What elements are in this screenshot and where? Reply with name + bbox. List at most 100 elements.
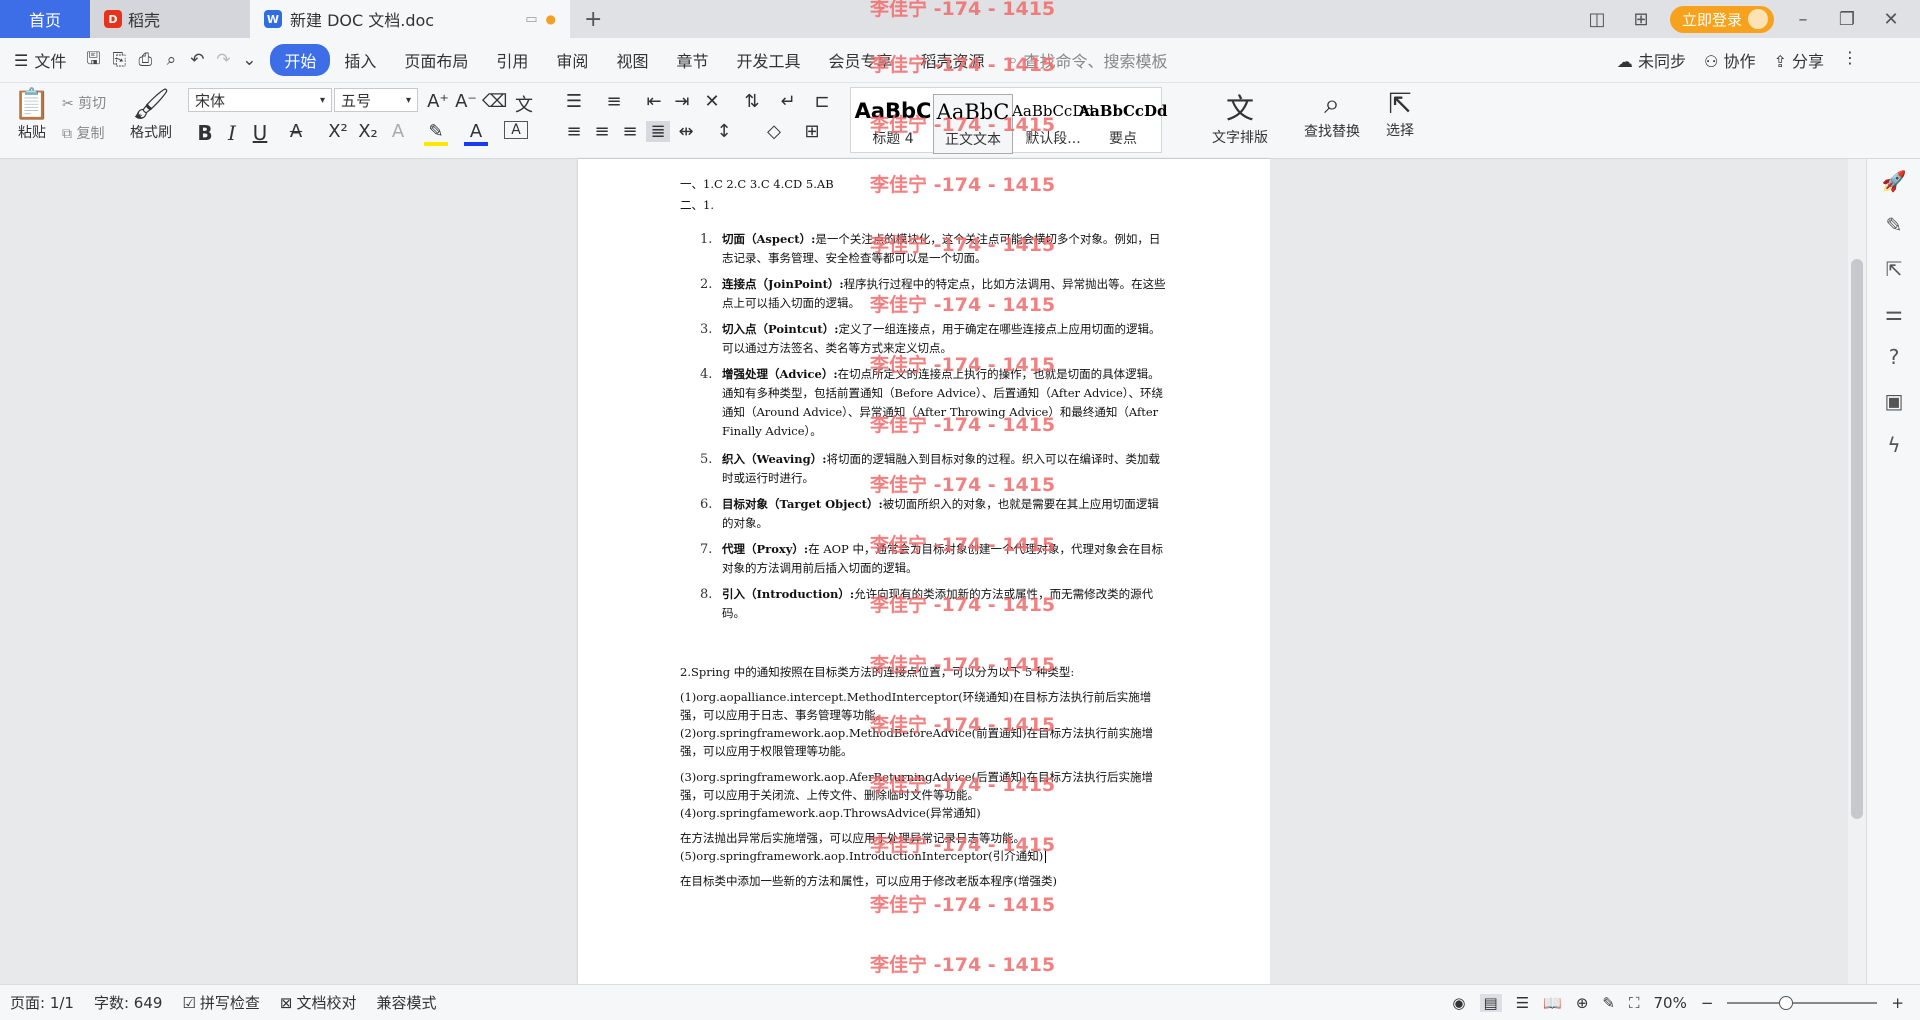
style-key-point[interactable]: AaBbCcDd 要点 (1078, 94, 1167, 154)
paste-button[interactable]: 📋 粘贴 (10, 87, 54, 163)
collaborate-button[interactable]: ⚇ 协作 (1704, 48, 1755, 72)
font-size-select[interactable]: 五号 ▾ (334, 88, 418, 112)
text-layout-button[interactable]: 文文字排版 (1212, 87, 1268, 163)
word-count[interactable]: 字数: 649 (84, 992, 172, 1013)
web-view-icon[interactable]: ⊕ (1576, 994, 1589, 1012)
font-color-icon[interactable]: A (464, 121, 488, 146)
tab-view[interactable]: 视图 (602, 48, 662, 72)
italic-icon[interactable]: I (220, 121, 244, 145)
tab-references[interactable]: 引用 (482, 48, 542, 72)
bold-icon[interactable]: B (193, 121, 217, 145)
pen-icon[interactable]: ✎ (1867, 203, 1920, 247)
tab-start[interactable]: 开始 (270, 44, 331, 76)
image-tools-icon[interactable]: ▣ (1867, 379, 1920, 423)
read-view-icon[interactable]: 📖 (1543, 994, 1562, 1012)
save-icon[interactable]: 🖫 (81, 48, 105, 72)
customize-icon[interactable]: ⌄ (237, 48, 261, 72)
text-layout-icon: 文 (1225, 92, 1254, 125)
copy-button[interactable]: ⧉ 复制 (62, 119, 106, 149)
paragraph-mark-icon[interactable]: ↵ (776, 91, 800, 112)
zoom-out-icon[interactable]: − (1701, 994, 1714, 1012)
minimize-icon[interactable]: – (1788, 9, 1818, 30)
format-painter-button[interactable]: 🖌 格式刷 (126, 87, 176, 163)
print-preview-icon[interactable]: ⌕ (159, 48, 183, 72)
screen-icon[interactable]: ▭ (525, 12, 537, 27)
fit-page-icon[interactable]: ⛶ (1629, 994, 1640, 1012)
settings-sliders-icon[interactable]: ⚌ (1867, 291, 1920, 335)
chinese-layout-icon[interactable]: ✕ (700, 91, 724, 112)
distribute-icon[interactable]: ⇹ (674, 121, 698, 142)
page-view-icon[interactable]: ▤ (1479, 993, 1502, 1012)
underline-icon[interactable]: U (248, 121, 272, 145)
tab-chapter[interactable]: 章节 (662, 48, 722, 72)
sync-button[interactable]: ☁ 未同步 (1617, 48, 1686, 72)
tab-stops-icon[interactable]: ⊏ (810, 91, 834, 112)
login-button[interactable]: 立即登录 (1669, 5, 1774, 33)
tab-document[interactable]: W 新建 DOC 文档.doc ▭ ● (250, 0, 570, 38)
tab-developer[interactable]: 开发工具 (722, 48, 814, 72)
cut-button[interactable]: ✂ 剪切 (62, 89, 106, 119)
number-list-icon[interactable]: ≡ (602, 91, 626, 112)
zoom-in-icon[interactable]: + (1891, 994, 1904, 1012)
tab-page-layout[interactable]: 页面布局 (390, 48, 482, 72)
line-spacing-icon[interactable]: ↕ (712, 121, 736, 142)
more-icon[interactable]: ⋮ (1842, 48, 1858, 72)
window-layout-icon[interactable]: ◫ (1582, 9, 1612, 30)
item-3-term: 切入点（Pointcut）: (722, 322, 839, 336)
sort-icon[interactable]: ⇅ (740, 91, 764, 112)
page-count[interactable]: 页面: 1/1 (0, 992, 84, 1013)
undo-icon[interactable]: ↶ (185, 48, 209, 72)
zoom-slider-handle[interactable] (1779, 995, 1794, 1010)
increase-indent-icon[interactable]: ⇥ (670, 91, 694, 112)
file-menu[interactable]: ☰ 文件 (0, 48, 80, 72)
decrease-indent-icon[interactable]: ⇤ (642, 91, 666, 112)
zoom-level[interactable]: 70% (1654, 994, 1687, 1012)
strikethrough-icon[interactable]: A (284, 121, 308, 142)
close-icon[interactable]: ✕ (1876, 9, 1906, 30)
rocket-icon[interactable]: 🚀 (1867, 159, 1920, 203)
export-icon[interactable]: ⎘ (107, 48, 131, 72)
proofread-button[interactable]: ⊠ 文档校对 (270, 992, 367, 1013)
tab-docer[interactable]: D 稻壳 (90, 0, 250, 38)
bullet-list-icon[interactable]: ☰ (562, 91, 586, 112)
lightning-icon[interactable]: ϟ (1867, 423, 1920, 467)
item-5-number: 5. (700, 452, 713, 467)
find-replace-button[interactable]: ⌕ 查找替换 (1304, 87, 1360, 163)
char-border-icon[interactable]: A (504, 121, 528, 139)
align-left-icon[interactable]: ≡ (562, 121, 586, 142)
eye-protect-icon[interactable]: ◉ (1452, 994, 1465, 1012)
borders-icon[interactable]: ⊞ (800, 121, 824, 142)
clear-format-icon[interactable]: ⌫ (482, 91, 507, 112)
tab-home[interactable]: 首页 (0, 0, 90, 38)
help-icon[interactable]: ? (1867, 335, 1920, 379)
outline-view-icon[interactable]: ☰ (1516, 994, 1529, 1012)
align-right-icon[interactable]: ≡ (618, 121, 642, 142)
new-tab-button[interactable]: + (570, 0, 616, 38)
apps-grid-icon[interactable]: ⊞ (1626, 9, 1656, 30)
print-icon[interactable]: ⎙ (133, 48, 157, 72)
font-name-select[interactable]: 宋体 ▾ (188, 88, 332, 112)
restore-icon[interactable]: ❐ (1832, 9, 1862, 30)
tab-insert[interactable]: 插入 (330, 48, 390, 72)
vertical-scrollbar[interactable] (1848, 159, 1866, 984)
phonetic-icon[interactable]: 文 (512, 91, 536, 117)
spell-check-button[interactable]: ☑ 拼写检查 (172, 992, 269, 1013)
shrink-font-icon[interactable]: A⁻ (454, 91, 478, 112)
grow-font-icon[interactable]: A⁺ (426, 91, 450, 112)
write-view-icon[interactable]: ✎ (1602, 994, 1615, 1012)
align-center-icon[interactable]: ≡ (590, 121, 614, 142)
subscript-icon[interactable]: X₂ (356, 121, 380, 142)
text-effect-icon[interactable]: A (386, 121, 410, 142)
superscript-icon[interactable]: X² (326, 121, 350, 142)
share-button[interactable]: ⇪ 分享 (1773, 48, 1824, 72)
redo-icon[interactable]: ↷ (211, 48, 235, 72)
scroll-thumb[interactable] (1851, 259, 1863, 819)
tab-review[interactable]: 审阅 (542, 48, 602, 72)
pointer-icon[interactable]: ⇱ (1867, 247, 1920, 291)
zoom-slider[interactable] (1727, 995, 1878, 1010)
highlight-icon[interactable]: ✎ (424, 121, 448, 146)
item-1-number: 1. (700, 232, 713, 247)
align-justify-icon[interactable]: ≣ (646, 121, 670, 142)
select-button[interactable]: ⇱ 选择 (1386, 87, 1414, 163)
shading-icon[interactable]: ◇ (762, 121, 786, 142)
